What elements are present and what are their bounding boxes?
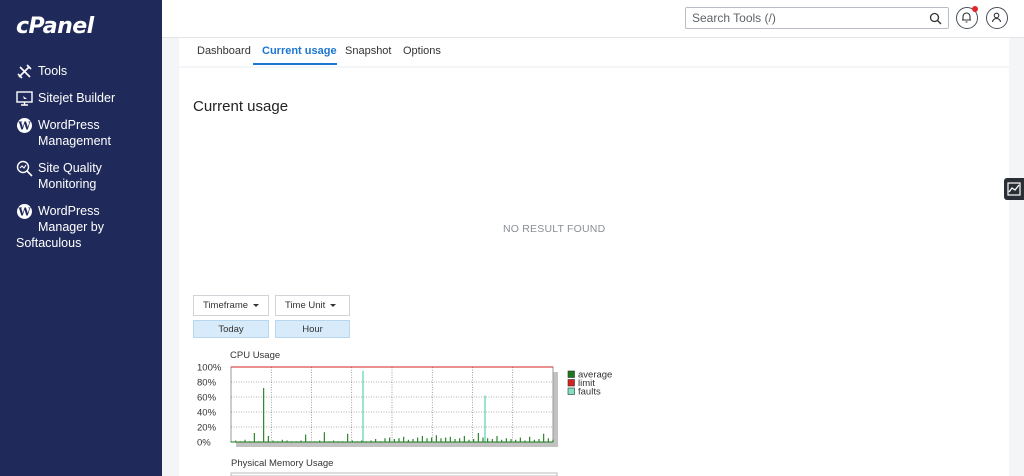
timeframe-value: Today: [193, 320, 269, 338]
tab-dashboard[interactable]: Dashboard: [197, 45, 251, 57]
legend-swatch: [567, 379, 575, 387]
svg-text:W: W: [17, 206, 31, 219]
tab-bar: Dashboard Current usage Snapshot Options: [179, 38, 1009, 66]
search-box[interactable]: [685, 7, 949, 29]
active-tab-indicator: [253, 63, 337, 65]
user-icon: [991, 12, 1002, 23]
y-tick-label: 60%: [197, 393, 217, 404]
sitejet-icon: [16, 91, 33, 106]
timeunit-dropdown[interactable]: Time Unit: [275, 295, 350, 316]
sidebar-item-label: WordPress: [38, 118, 100, 132]
legend-swatch: [567, 387, 575, 395]
tab-options[interactable]: Options: [403, 45, 441, 57]
timeunit-value: Hour: [275, 320, 350, 338]
cpanel-logo[interactable]: cPanel: [16, 14, 94, 39]
sidebar-item-label: Site Quality: [38, 161, 102, 175]
top-header: [162, 0, 1024, 38]
legend-swatch: [567, 370, 575, 378]
sidebar: cPanel Tools Sitejet Builder W WordPress…: [0, 0, 162, 476]
notifications-button[interactable]: [956, 6, 978, 29]
y-tick-label: 100%: [197, 363, 222, 374]
no-result-message: NO RESULT FOUND: [503, 223, 606, 235]
memory-chart-title: Physical Memory Usage: [231, 458, 334, 469]
search-input[interactable]: [692, 10, 922, 26]
sidebar-item-label: Sitejet Builder: [38, 91, 116, 105]
user-menu-button[interactable]: [986, 7, 1008, 29]
timeframe-dropdown[interactable]: Timeframe: [193, 295, 269, 316]
notification-dot: [972, 6, 978, 12]
wordpress-icon: W: [17, 118, 32, 133]
caret-down-icon: [253, 303, 260, 307]
timeframe-label: Timeframe: [203, 300, 249, 311]
search-icon[interactable]: [929, 12, 942, 25]
cpu-chart-title: CPU Usage: [230, 350, 281, 361]
page-title: Current usage: [193, 98, 289, 115]
y-tick-label: 40%: [197, 408, 217, 419]
svg-text:W: W: [17, 120, 31, 133]
sidebar-item-label-line2: Management: [38, 134, 111, 148]
tab-current-usage[interactable]: Current usage: [262, 45, 337, 57]
cpu-usage-chart: 100%80%60%40%20%0%averagelimitfaults: [197, 363, 612, 449]
timeunit-label: Time Unit: [285, 300, 326, 311]
y-tick-label: 20%: [197, 423, 217, 434]
tools-icon: [17, 64, 32, 79]
wordpress-icon: W: [17, 204, 32, 219]
sidebar-item-label: Tools: [38, 64, 68, 78]
sidebar-item-label-line3: Softaculous: [16, 236, 82, 250]
sidebar-item-label: WordPress: [38, 204, 100, 218]
caret-down-icon: [330, 303, 337, 307]
memory-usage-chart: [230, 472, 558, 476]
y-tick-label: 0%: [197, 438, 211, 449]
tab-snapshot[interactable]: Snapshot: [345, 45, 391, 57]
sidebar-item-label-line2: Monitoring: [38, 177, 97, 191]
side-panel-toggle[interactable]: [1004, 178, 1024, 200]
site-quality-icon: [16, 160, 33, 177]
chart-trend-icon: [1007, 182, 1021, 196]
legend-label: faults: [578, 387, 601, 398]
y-tick-label: 80%: [197, 378, 217, 389]
sidebar-item-label-line2: Manager by: [38, 220, 105, 234]
